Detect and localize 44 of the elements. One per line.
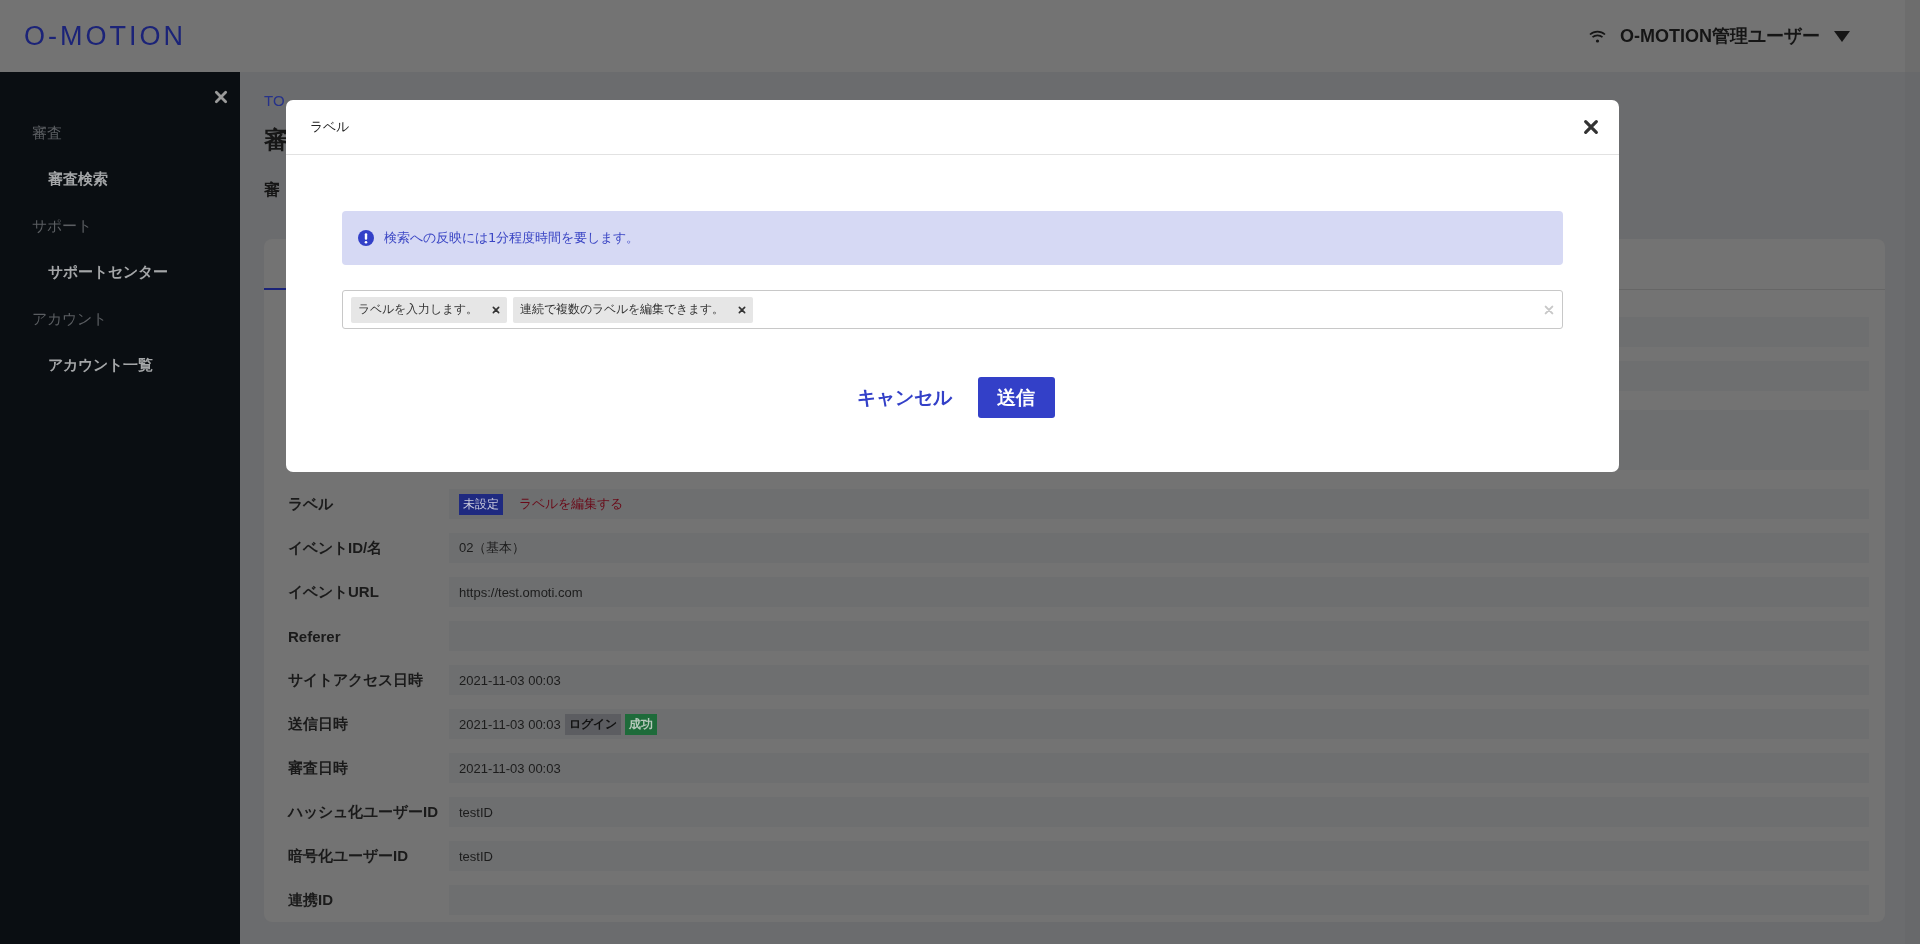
tag: 未設定 <box>459 493 503 515</box>
label-input-field[interactable]: ラベルを入力します。 連続で複数のラベルを編集できます。 <box>342 290 1563 329</box>
cancel-button[interactable]: キャンセル <box>850 378 958 417</box>
sidebar-heading: サポート <box>31 216 93 236</box>
field-value: 02（基本） <box>459 539 526 557</box>
field-value: 2021-11-03 00:03 <box>459 760 561 776</box>
user-name[interactable]: O-MOTION管理ユーザー <box>1620 24 1820 48</box>
field-value: 2021-11-03 00:03 <box>459 672 561 688</box>
field-label: ハッシュ化ユーザーID <box>288 802 439 822</box>
field-value: https://test.omoti.com <box>459 584 583 600</box>
field-label: 暗号化ユーザーID <box>288 846 409 866</box>
field-label: 連携ID <box>288 890 334 910</box>
field-label: サイトアクセス日時 <box>288 670 424 690</box>
tag: 成功 <box>624 713 657 735</box>
sidebar-item[interactable]: アカウント一覧 <box>0 342 240 388</box>
caret-icon[interactable] <box>1834 30 1850 42</box>
field-label: 審査日時 <box>288 758 349 778</box>
logo: O-MOTION <box>24 20 186 52</box>
wifi-icon <box>1589 29 1606 43</box>
close-icon[interactable] <box>1583 119 1599 135</box>
field-label: ラベル <box>288 494 334 514</box>
submit-button[interactable]: 送信 <box>977 377 1055 418</box>
remove-icon[interactable] <box>738 305 746 314</box>
close-icon[interactable] <box>214 90 228 104</box>
alert-text: 検索への反映には1分程度時間を要します。 <box>384 229 640 247</box>
field-label: イベントURL <box>288 582 380 602</box>
field-value: testID <box>459 804 493 820</box>
field-label: 送信日時 <box>288 714 349 734</box>
field-value: testID <box>459 848 493 864</box>
sidebar-item[interactable]: サポートセンター <box>0 249 240 295</box>
field-label: Referer <box>288 627 342 645</box>
section-title: 審 <box>264 180 280 200</box>
exclamation-icon <box>358 230 374 246</box>
remove-icon[interactable] <box>492 305 500 314</box>
dialog-title: ラベル <box>310 118 349 136</box>
sidebar-item[interactable]: 審査検索 <box>0 156 240 202</box>
sidebar-heading: アカウント <box>31 309 108 329</box>
sidebar-heading: 審査 <box>31 123 63 143</box>
tag: ログイン <box>564 713 621 735</box>
field-label: イベントID/名 <box>288 538 384 558</box>
page-title: 審 <box>264 125 288 155</box>
field-value: 2021-11-03 00:03 <box>459 716 561 732</box>
tag-text: ラベルを入力します。 <box>358 301 478 318</box>
tag-text: 連続で複数のラベルを編集できます。 <box>520 301 724 318</box>
